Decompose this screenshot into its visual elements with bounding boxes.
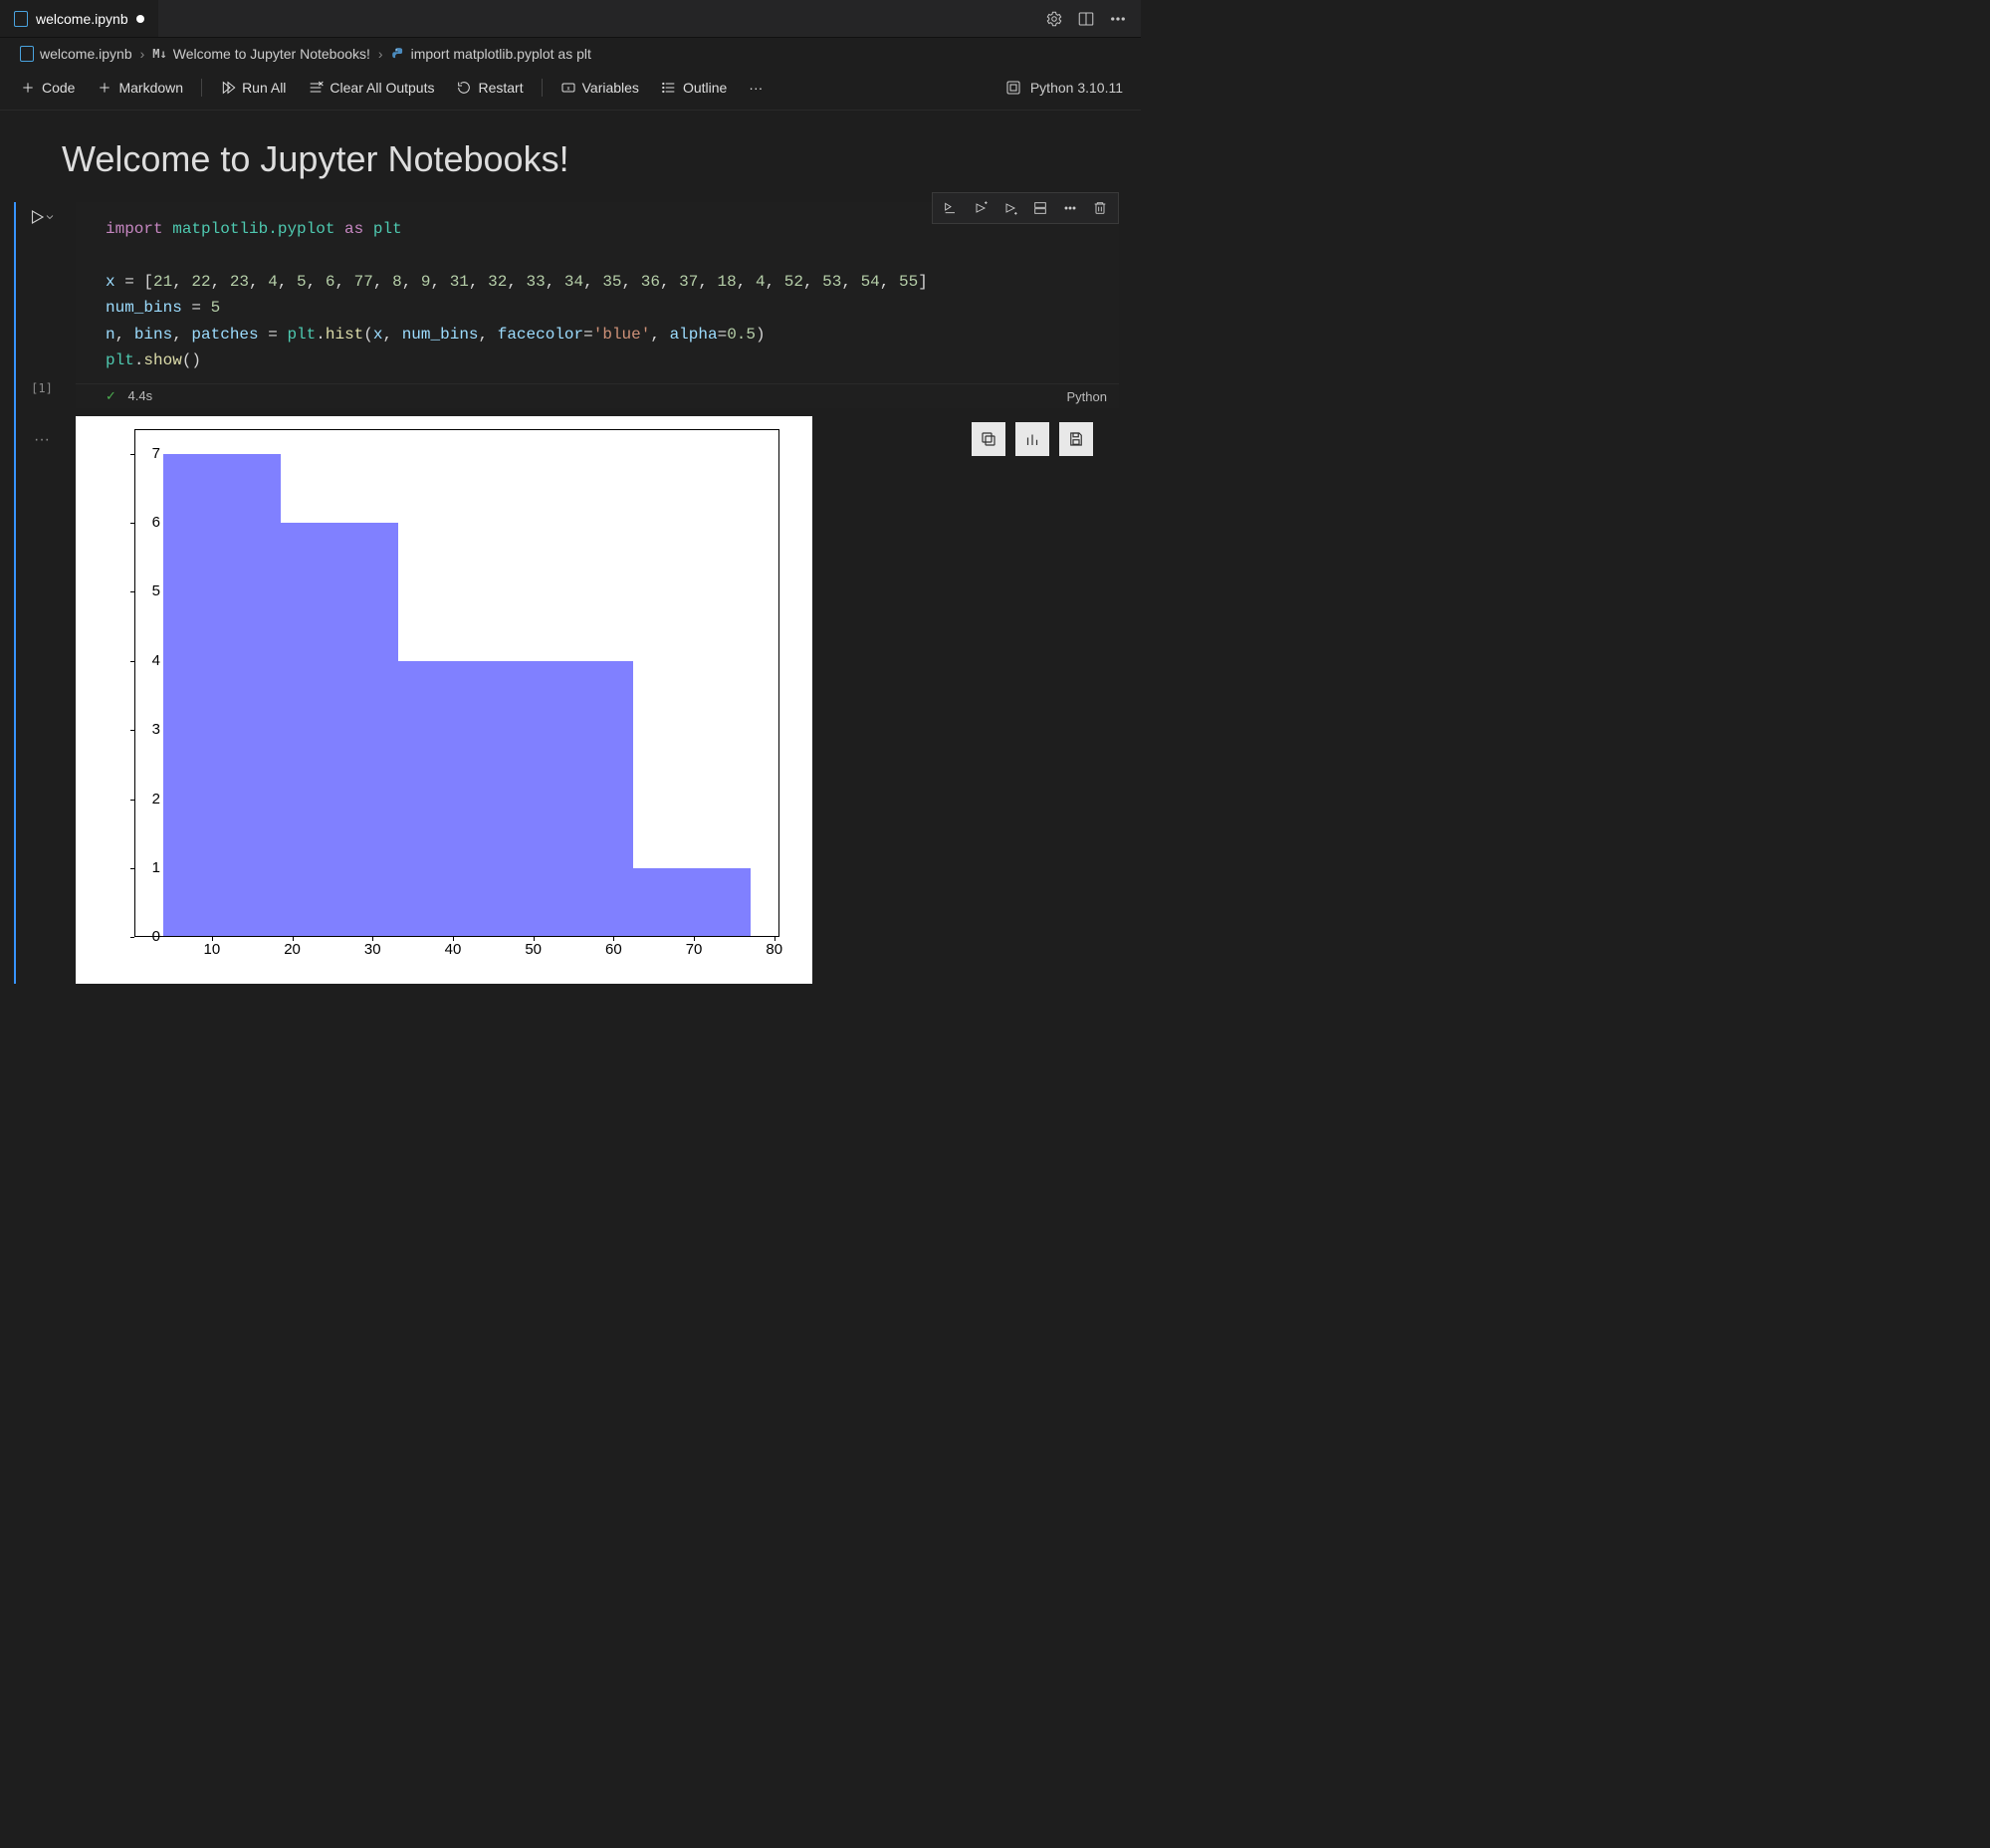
execute-below-button[interactable] [995,196,1025,220]
y-tick-mark [130,868,134,869]
tab-title: welcome.ipynb [36,11,128,27]
run-cell-button[interactable] [28,208,56,226]
y-tick-mark [130,591,134,592]
notebook-toolbar: Code Markdown Run All Clear All Outputs … [0,70,1141,111]
output-menu-button[interactable]: ··· [34,431,50,449]
y-tick-label: 4 [120,652,160,669]
outline-button[interactable]: Outline [653,76,735,100]
cell-toolbar [932,192,1119,224]
x-tick-label: 30 [357,941,387,958]
toolbar-more-button[interactable]: ··· [741,76,771,100]
execution-count: [1] [31,381,53,395]
breadcrumb: welcome.ipynb › M↓ Welcome to Jupyter No… [0,38,1141,70]
dirty-indicator-icon [136,15,144,23]
x-tick-mark [694,937,695,941]
separator [201,79,202,97]
page-title: Welcome to Jupyter Notebooks! [0,111,1141,202]
breadcrumb-file[interactable]: welcome.ipynb [20,46,132,62]
y-tick-label: 3 [120,721,160,738]
more-icon[interactable] [1109,10,1127,28]
tab-welcome[interactable]: welcome.ipynb [0,0,158,37]
notebook-icon [20,46,34,62]
add-markdown-button[interactable]: Markdown [89,76,191,100]
code-content[interactable]: import matplotlib.pyplot as plt x = [21,… [76,202,1119,383]
split-editor-icon[interactable] [1077,10,1095,28]
execution-time: 4.4s [128,388,153,403]
expand-chart-button[interactable] [1015,422,1049,456]
chevron-right-icon: › [140,46,145,62]
y-tick-label: 6 [120,514,160,531]
y-tick-mark [130,730,134,731]
x-tick-mark [212,937,213,941]
clear-outputs-button[interactable]: Clear All Outputs [300,76,442,100]
restart-button[interactable]: Restart [448,76,531,100]
copy-output-button[interactable] [972,422,1005,456]
add-code-button[interactable]: Code [12,76,83,100]
y-tick-mark [130,454,134,455]
code-editor[interactable]: import matplotlib.pyplot as plt x = [21,… [76,202,1119,383]
histogram-chart: 0 1 2 3 4 5 6 7 10 20 30 40 50 60 70 80 [76,416,812,984]
tab-actions [1031,10,1141,28]
breadcrumb-section[interactable]: M↓ Welcome to Jupyter Notebooks! [152,46,370,62]
split-cell-button[interactable] [1025,196,1055,220]
x-tick-mark [613,937,614,941]
y-tick-label: 1 [120,859,160,876]
y-tick-label: 2 [120,791,160,808]
y-tick-mark [130,661,134,662]
markdown-icon: M↓ [152,47,166,61]
x-tick-label: 70 [679,941,709,958]
svg-text:x: x [566,87,569,93]
cell-status-bar: ✓ 4.4s Python [76,383,1119,408]
y-tick-label: 5 [120,582,160,599]
notebook-icon [14,11,28,27]
x-tick-mark [453,937,454,941]
save-output-button[interactable] [1059,422,1093,456]
plot-area [134,429,779,937]
cell-more-button[interactable] [1055,196,1085,220]
chevron-right-icon: › [378,46,383,62]
x-tick-label: 60 [598,941,628,958]
x-tick-label: 20 [278,941,308,958]
x-tick-label: 80 [760,941,789,958]
cell-output: 0 1 2 3 4 5 6 7 10 20 30 40 50 60 70 80 [76,416,1141,984]
y-tick-label: 0 [120,928,160,945]
separator [542,79,543,97]
y-tick-mark [130,800,134,801]
x-tick-mark [534,937,535,941]
x-tick-mark [774,937,775,941]
y-tick-mark [130,523,134,524]
x-tick-mark [372,937,373,941]
delete-cell-button[interactable] [1085,196,1115,220]
execute-above-button[interactable] [966,196,995,220]
python-icon [391,47,405,61]
y-tick-label: 7 [120,445,160,462]
run-all-button[interactable]: Run All [212,76,294,100]
code-cell: [1] ··· import matplotlib.pyplot as plt … [14,202,1141,984]
cell-language[interactable]: Python [1067,389,1107,404]
gear-icon[interactable] [1045,10,1063,28]
output-toolbar [972,422,1093,456]
x-tick-mark [293,937,294,941]
run-by-line-button[interactable] [936,196,966,220]
kernel-selector[interactable]: Python 3.10.11 [1004,79,1129,97]
y-tick-mark [130,937,134,938]
x-tick-label: 50 [519,941,549,958]
breadcrumb-cell[interactable]: import matplotlib.pyplot as plt [391,46,591,62]
x-tick-label: 40 [438,941,468,958]
x-tick-label: 10 [197,941,227,958]
variables-button[interactable]: x Variables [553,76,647,100]
cell-gutter: [1] ··· [22,208,62,449]
tab-bar: welcome.ipynb [0,0,1141,38]
kernel-label: Python 3.10.11 [1030,80,1123,96]
success-check-icon: ✓ [106,388,116,403]
